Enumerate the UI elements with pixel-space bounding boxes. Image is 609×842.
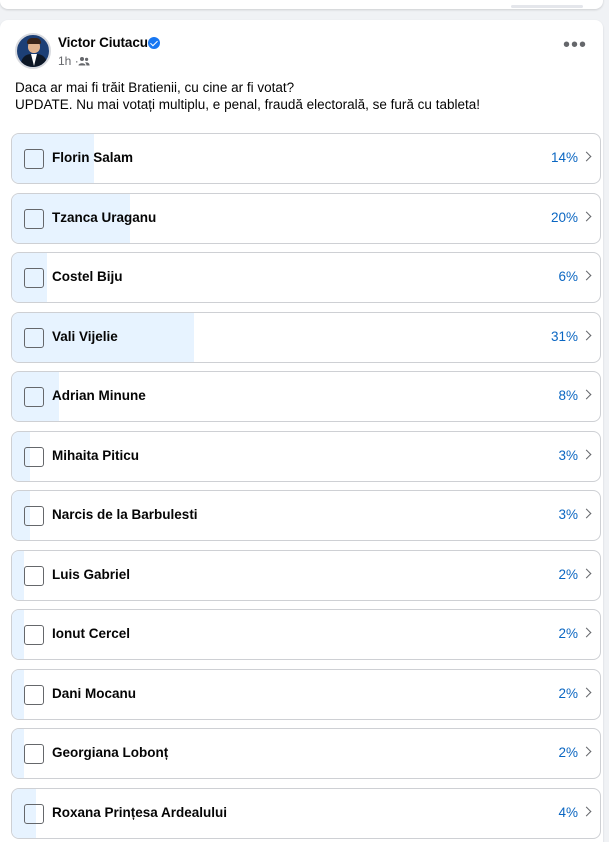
poll-checkbox[interactable] (24, 625, 44, 645)
poll-checkbox[interactable] (24, 387, 44, 407)
poll-option-percent[interactable]: 2% (558, 626, 578, 641)
poll-option-label: Dani Mocanu (52, 685, 137, 701)
poll-option-label: Roxana Prințesa Ardealului (52, 804, 228, 820)
chevron-right-icon[interactable] (581, 330, 592, 340)
more-options-button[interactable]: ••• (561, 34, 589, 59)
avatar[interactable] (15, 33, 51, 69)
poll-option[interactable]: Dani Mocanu 2% (11, 668, 601, 720)
chevron-right-icon[interactable] (581, 806, 592, 816)
poll-checkbox[interactable] (24, 327, 44, 348)
chevron-right-icon[interactable] (581, 687, 592, 697)
poll-option-label: Adrian Minune (52, 388, 146, 403)
chevron-right-icon[interactable] (581, 151, 592, 162)
chevron-right-icon[interactable] (581, 211, 592, 221)
author-name[interactable]: Victor Ciutacu (58, 35, 148, 50)
poll-option[interactable]: Vali Vijelie 31% (11, 311, 601, 363)
poll-option-label: Costel Biju (52, 269, 123, 284)
poll-checkbox[interactable] (24, 446, 44, 467)
post-text-line: UPDATE. Nu mai votați multiplu, e penal,… (15, 97, 480, 112)
poll-option[interactable]: Tzanca Uraganu 20% (11, 192, 601, 244)
verified-badge-icon (148, 37, 160, 49)
chevron-right-icon[interactable] (581, 389, 592, 400)
poll-checkbox[interactable] (24, 208, 44, 229)
post-card: Victor Ciutacu 1h · ••• Daca ar mai fi t… (0, 20, 603, 842)
poll-option-label: Luis Gabriel (52, 566, 131, 582)
chevron-right-icon[interactable] (581, 449, 592, 459)
poll-option-label: Florin Salam (52, 150, 134, 165)
poll-option-fill (12, 610, 24, 659)
post-text-line: Daca ar mai fi trăit Bratienii, cu cine … (15, 80, 295, 95)
poll-checkbox[interactable] (24, 744, 44, 764)
poll-option[interactable]: Ionut Cercel 2% (11, 609, 601, 660)
poll-option-label: Narcis de la Barbulesti (52, 507, 198, 522)
friends-icon (78, 57, 90, 66)
poll-option-percent[interactable]: 4% (558, 805, 578, 820)
poll-option-label: Ionut Cercel (52, 626, 131, 641)
poll-option-percent[interactable]: 8% (558, 388, 578, 403)
chevron-right-icon[interactable] (581, 627, 592, 638)
poll-option[interactable]: Florin Salam 14% (11, 133, 601, 184)
poll-option-fill (12, 550, 24, 600)
chevron-right-icon[interactable] (581, 270, 592, 281)
poll-option-percent[interactable]: 2% (558, 745, 578, 760)
poll-option-percent[interactable]: 2% (558, 567, 578, 582)
poll-checkbox[interactable] (24, 506, 44, 526)
poll-checkbox[interactable] (24, 684, 44, 705)
poll-checkbox[interactable] (24, 565, 44, 586)
chevron-right-icon[interactable] (581, 746, 592, 757)
poll-option-percent[interactable]: 31% (551, 329, 578, 344)
poll-checkbox[interactable] (24, 149, 44, 169)
more-horizontal-icon: ••• (562, 34, 587, 56)
poll-checkbox[interactable] (24, 268, 44, 288)
chevron-right-icon[interactable] (581, 568, 592, 578)
poll-option-percent[interactable]: 2% (558, 686, 578, 701)
poll-option[interactable]: Adrian Minune 8% (11, 371, 601, 422)
poll-checkbox[interactable] (24, 803, 44, 824)
poll-option[interactable]: Costel Biju 6% (11, 252, 601, 303)
poll-option[interactable]: Luis Gabriel 2% (11, 549, 601, 601)
previous-post-card (0, 0, 603, 9)
post-time[interactable]: 1h (58, 54, 71, 68)
poll-option[interactable]: Georgiana Lobonț 2% (11, 728, 601, 779)
poll-option-percent[interactable]: 3% (558, 448, 578, 463)
poll-option[interactable]: Narcis de la Barbulesti 3% (11, 490, 601, 541)
post-meta: 1h · (58, 54, 79, 68)
poll-option-fill (12, 669, 24, 719)
poll-option-percent[interactable]: 14% (551, 150, 578, 165)
poll-option-label: Vali Vijelie (52, 328, 118, 344)
post-header: Victor Ciutacu 1h · ••• (15, 33, 593, 73)
poll-option-percent[interactable]: 3% (558, 507, 578, 522)
poll-option-percent[interactable]: 6% (558, 269, 578, 284)
poll-option-fill (12, 729, 24, 778)
poll-option[interactable]: Roxana Prințesa Ardealului 4% (11, 787, 601, 839)
post-text: Daca ar mai fi trăit Bratienii, cu cine … (15, 79, 593, 113)
poll-option-percent[interactable]: 20% (551, 210, 578, 225)
poll-option-label: Georgiana Lobonț (52, 745, 169, 760)
chevron-right-icon[interactable] (581, 508, 592, 519)
poll-option-label: Tzanca Uraganu (52, 209, 157, 225)
poll-option[interactable]: Mihaita Piticu 3% (11, 430, 601, 482)
previous-post-button[interactable] (511, 5, 583, 8)
poll-option-label: Mihaita Piticu (52, 447, 140, 463)
